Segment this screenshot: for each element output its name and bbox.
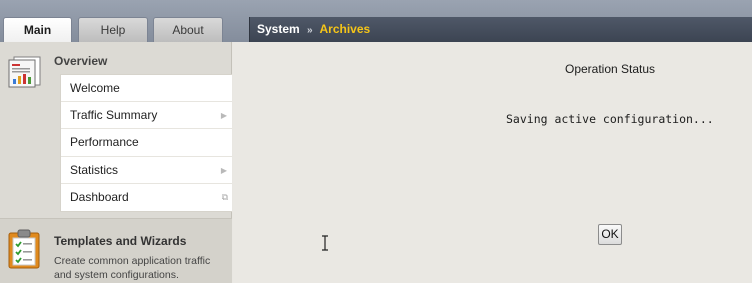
external-window-icon: ⧉: [221, 191, 228, 202]
tab-about[interactable]: About: [153, 17, 223, 42]
main-content: Operation Status Saving active configura…: [233, 42, 752, 283]
tab-help[interactable]: Help: [78, 17, 148, 42]
chevron-right-icon: ▶: [220, 111, 227, 121]
menu-item-label: Dashboard: [70, 189, 129, 204]
operation-status-title: Operation Status: [565, 62, 656, 76]
overview-title[interactable]: Overview: [54, 54, 107, 68]
breadcrumb-current: Archives: [319, 22, 371, 36]
templates-description: Create common application traffic and sy…: [54, 255, 211, 281]
breadcrumb: System » Archives: [249, 17, 752, 42]
menu-item-label: Traffic Summary: [70, 108, 158, 123]
status-message: Saving active configuration...: [506, 112, 714, 126]
breadcrumb-section[interactable]: System: [257, 22, 300, 36]
text-cursor-icon: [322, 235, 328, 251]
top-bar: Main Help About System » Archives: [0, 0, 752, 42]
menu-item-dashboard[interactable]: Dashboard ⧉: [61, 184, 232, 211]
templates-section[interactable]: Templates and Wizards Create common appl…: [0, 218, 232, 283]
menu-item-traffic-summary[interactable]: Traffic Summary ▶: [61, 102, 232, 130]
chevron-right-icon: ▶: [220, 165, 227, 175]
report-icon: [8, 56, 41, 88]
menu-item-welcome[interactable]: Welcome: [61, 75, 232, 103]
tab-main[interactable]: Main: [3, 17, 72, 42]
menu-item-performance[interactable]: Performance: [61, 129, 232, 157]
overview-menu: Welcome Traffic Summary ▶ Performance St…: [60, 74, 232, 212]
clipboard-checklist-icon: [8, 229, 40, 269]
ok-button[interactable]: OK: [598, 224, 622, 245]
templates-title[interactable]: Templates and Wizards: [54, 234, 186, 248]
menu-item-statistics[interactable]: Statistics ▶: [61, 157, 232, 184]
menu-item-label: Performance: [70, 135, 139, 150]
breadcrumb-separator: »: [307, 25, 313, 36]
sidebar: Overview Welcome Traffic Summary ▶ Perfo…: [0, 42, 232, 283]
menu-item-label: Welcome: [70, 81, 120, 95]
menu-item-label: Statistics: [70, 162, 119, 177]
